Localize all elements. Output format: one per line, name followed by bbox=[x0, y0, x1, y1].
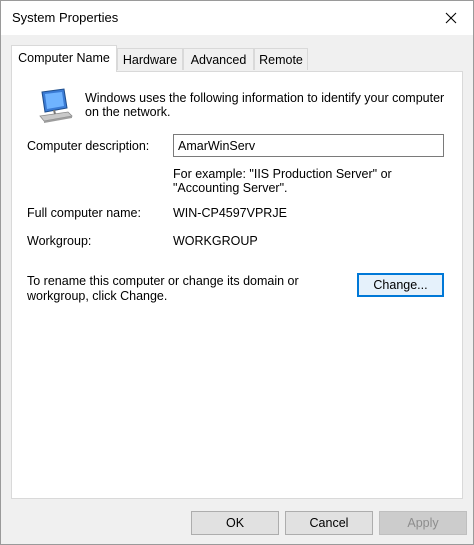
full-name-label: Full computer name: bbox=[27, 206, 141, 220]
computer-icon bbox=[39, 88, 73, 123]
intro-text: Windows uses the following information t… bbox=[85, 91, 445, 119]
computer-description-input[interactable] bbox=[173, 134, 444, 157]
cancel-button[interactable]: Cancel bbox=[285, 511, 373, 535]
computer-name-panel: Windows uses the following information t… bbox=[11, 71, 463, 499]
close-icon bbox=[445, 12, 457, 24]
rename-text: To rename this computer or change its do… bbox=[27, 274, 299, 303]
example-text: For example: "IIS Production Server" or … bbox=[173, 167, 392, 195]
workgroup-value: WORKGROUP bbox=[173, 234, 258, 248]
full-name-value: WIN-CP4597VPRJE bbox=[173, 206, 287, 220]
close-button[interactable] bbox=[429, 1, 473, 35]
description-label: Computer description: bbox=[27, 139, 150, 153]
window-title: System Properties bbox=[12, 10, 119, 25]
change-button[interactable]: Change... bbox=[357, 273, 444, 297]
tab-hardware[interactable]: Hardware bbox=[117, 48, 183, 70]
workgroup-label: Workgroup: bbox=[27, 234, 92, 248]
title-bar: System Properties bbox=[1, 1, 473, 35]
tab-advanced[interactable]: Advanced bbox=[183, 48, 254, 70]
tab-remote[interactable]: Remote bbox=[254, 48, 308, 70]
apply-button[interactable]: Apply bbox=[379, 511, 467, 535]
ok-button[interactable]: OK bbox=[191, 511, 279, 535]
system-properties-window: System Properties Computer Name Hardware… bbox=[0, 0, 474, 545]
tab-computer-name[interactable]: Computer Name bbox=[11, 45, 117, 72]
